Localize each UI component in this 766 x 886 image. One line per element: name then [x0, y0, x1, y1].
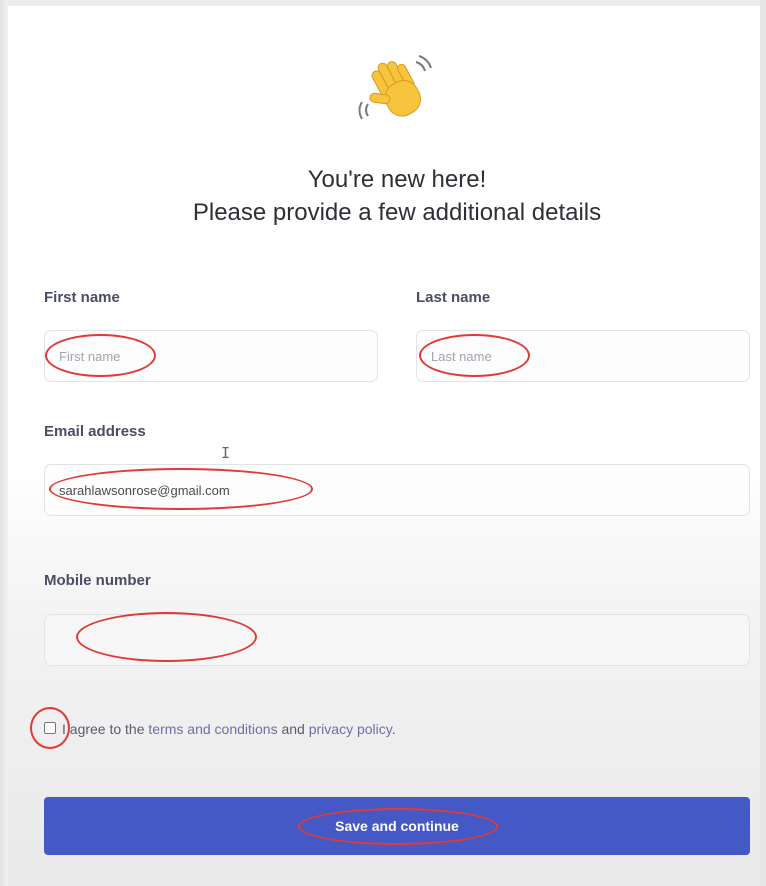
privacy-link[interactable]: privacy policy	[309, 721, 392, 737]
last-name-label: Last name	[416, 289, 491, 306]
first-name-input[interactable]	[44, 330, 378, 382]
mobile-label: Mobile number	[44, 572, 151, 589]
page-title: You're new here!	[307, 166, 487, 193]
email-input[interactable]	[44, 464, 750, 516]
window-frame-right	[760, 0, 766, 886]
agreement-prefix: I agree to the	[62, 721, 149, 737]
mobile-input[interactable]	[44, 614, 750, 666]
first-name-label: First name	[44, 289, 120, 306]
agreement-text: I agree to the terms and conditions and …	[62, 721, 396, 737]
agree-checkbox[interactable]	[44, 722, 56, 734]
page-subtitle: Please provide a few additional details	[192, 199, 602, 226]
email-label: Email address	[44, 423, 146, 440]
agreement-middle: and	[277, 721, 309, 737]
waving-hand-icon	[358, 55, 432, 120]
save-continue-button[interactable]: Save and continue	[44, 797, 750, 855]
terms-link[interactable]: terms and conditions	[148, 721, 277, 737]
agreement-suffix: .	[391, 721, 396, 737]
last-name-input[interactable]	[416, 330, 750, 382]
text-cursor-icon: Ι	[221, 444, 231, 462]
window-frame-left	[0, 0, 8, 886]
window-frame-top	[0, 0, 766, 6]
